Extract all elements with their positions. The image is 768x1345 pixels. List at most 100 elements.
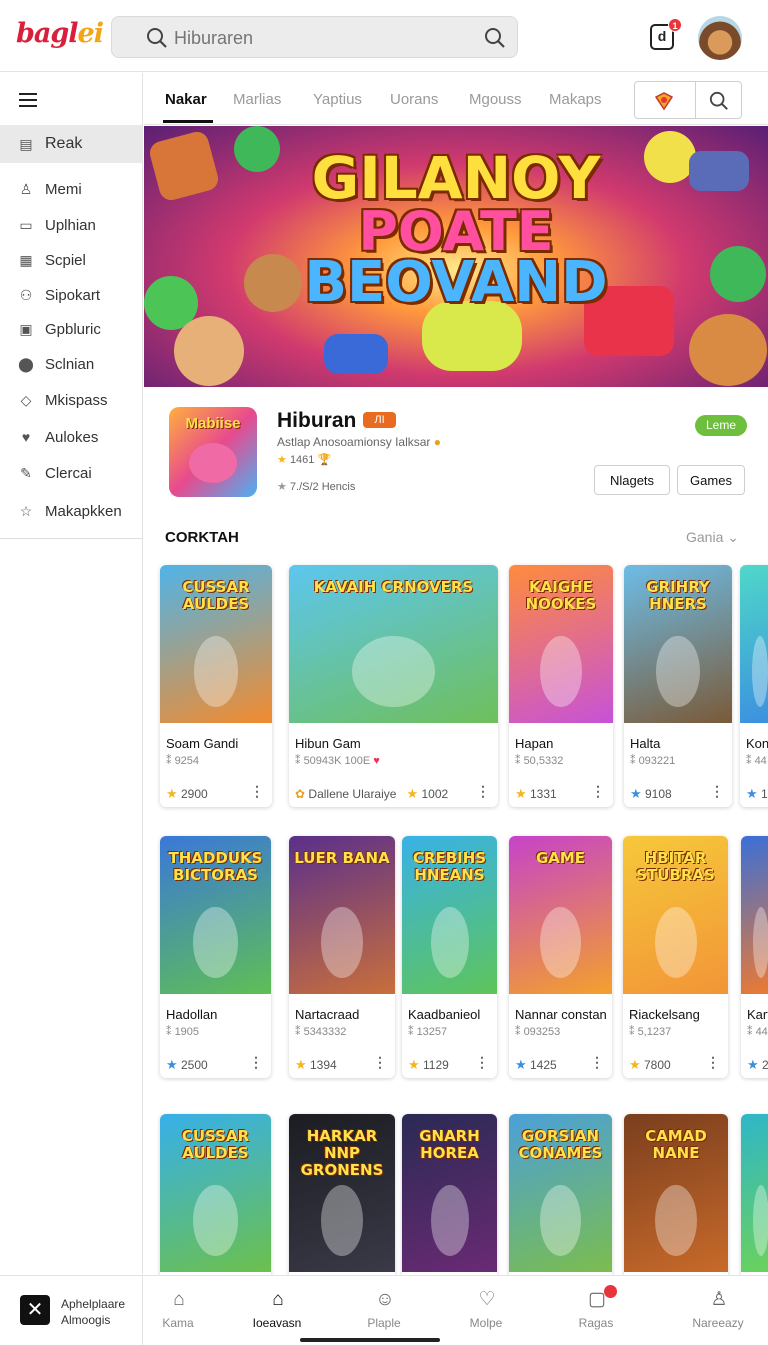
game-card[interactable]: KAIGHE NOOKES Hapan ⁑ 50,5332 ★ 1331 ⋮ bbox=[509, 565, 613, 807]
app-badge: ЛI bbox=[363, 412, 396, 428]
game-thumbnail: CAMAD NANE bbox=[624, 1114, 728, 1272]
game-title-art: CUSSAR AULDES bbox=[181, 1127, 250, 1162]
star-icon: ★ bbox=[166, 786, 178, 801]
trophy-icon: 🏆 bbox=[317, 454, 332, 466]
nav-item-ioeavasn[interactable]: ⌂ Ioeavasn bbox=[237, 1276, 317, 1345]
game-rating: ★ 1425 bbox=[515, 1057, 557, 1073]
tab-bar: Nakar Marlias Yaptius Uorans Mgouss Maka… bbox=[144, 73, 768, 125]
sidebar-item-gpbluric[interactable]: ▣ Gpbluric bbox=[0, 310, 143, 348]
sidebar-item-label: Sclnian bbox=[45, 355, 95, 373]
search-input[interactable] bbox=[174, 25, 464, 51]
game-card[interactable]: HBITAR STUBRAS Riackelsang ⁑ 5,1237 ★ 7800 ⋮ bbox=[623, 836, 728, 1078]
star-icon: ★ bbox=[629, 1057, 641, 1072]
game-thumbnail: GRIHRY HNERS bbox=[624, 565, 732, 723]
more-options-icon[interactable]: ⋮ bbox=[249, 1054, 263, 1071]
game-character bbox=[193, 1185, 238, 1257]
person-icon: ♙ bbox=[19, 181, 33, 197]
section-more-link[interactable]: Gania ⌄ bbox=[686, 529, 739, 546]
game-card[interactable]: THADDUKS BICTORAS Hadollan ⁑ 1905 ★ 2500 ⋮ bbox=[160, 836, 271, 1078]
game-name: Halta bbox=[630, 736, 661, 751]
star-icon: ★ bbox=[630, 786, 642, 801]
sidebar-item-uplhian[interactable]: ▭ Uplhian bbox=[0, 206, 143, 244]
more-options-icon[interactable]: ⋮ bbox=[591, 783, 605, 800]
search-bar[interactable] bbox=[111, 16, 518, 58]
search-submit-icon[interactable] bbox=[484, 27, 506, 49]
more-options-icon[interactable]: ⋮ bbox=[475, 1054, 489, 1071]
app-icon[interactable]: Mabiise bbox=[169, 407, 257, 497]
game-card[interactable]: Kon ⁑ 44 ★ 1 bbox=[740, 565, 768, 807]
sidebar-item-scpiel[interactable]: ▦ Scpiel bbox=[0, 241, 143, 279]
game-meta: ⁑ 13257 bbox=[408, 1026, 448, 1038]
status-pill[interactable]: Leme bbox=[695, 415, 747, 436]
nlagets-button[interactable]: Nlagets bbox=[594, 465, 670, 495]
tab-marlias[interactable]: Marlias bbox=[233, 91, 281, 108]
game-card[interactable]: CUSSAR AULDES bbox=[160, 1114, 271, 1284]
game-character bbox=[654, 907, 697, 979]
game-character bbox=[753, 1185, 768, 1257]
game-card[interactable] bbox=[741, 1114, 768, 1284]
game-card[interactable]: KAVAIH CRNOVERS Hibun Gam ⁑ 50943K 100E ♥ ✿… bbox=[289, 565, 498, 807]
sidebar-item-makapkken[interactable]: ☆ Makapkken bbox=[0, 492, 143, 530]
tab-nakar[interactable]: Nakar bbox=[165, 91, 207, 108]
tab-mgouss[interactable]: Mgouss bbox=[469, 91, 522, 108]
banner-character bbox=[689, 314, 767, 386]
sidebar-item-sclnian[interactable]: ⬤ Sclnian bbox=[0, 345, 143, 383]
more-options-icon[interactable]: ⋮ bbox=[373, 1054, 387, 1071]
games-button[interactable]: Games bbox=[677, 465, 745, 495]
more-options-icon[interactable]: ⋮ bbox=[250, 783, 264, 800]
game-name: Nannar constan bbox=[515, 1007, 607, 1022]
game-rating: ★ 2500 bbox=[166, 1057, 208, 1073]
game-title-art: CREBIHS HNEANS bbox=[412, 849, 487, 884]
game-card[interactable]: LUER BANA Nartacraad ⁑ 5343332 ★ 1394 ⋮ bbox=[289, 836, 395, 1078]
game-thumbnail: GAME bbox=[509, 836, 612, 994]
sidebar-item-clercai[interactable]: ✎ Clercai bbox=[0, 454, 143, 492]
hero-banner[interactable]: GILANOY POATE BEOVAND bbox=[144, 126, 768, 387]
game-card[interactable]: GNARH HOREA bbox=[402, 1114, 497, 1284]
game-card[interactable]: GAME Nannar constan ⁑ 093253 ★ 1425 ⋮ bbox=[509, 836, 612, 1078]
nav-item-nareeazy[interactable]: ♙ Nareeazy bbox=[678, 1276, 758, 1345]
nav-item-molpe[interactable]: ♡ Molpe bbox=[446, 1276, 526, 1345]
game-card[interactable]: GRIHRY HNERS Halta ⁑ 093221 ★ 9108 ⋮ bbox=[624, 565, 732, 807]
menu-icon[interactable] bbox=[19, 93, 37, 107]
game-title-art: CAMAD NANE bbox=[645, 1127, 707, 1162]
game-rating-value: 2 bbox=[762, 1058, 768, 1072]
app-logo[interactable]: baglei bbox=[16, 18, 104, 49]
more-options-icon[interactable]: ⋮ bbox=[590, 1054, 604, 1071]
sidebar-item-sipokart[interactable]: ⚇ Sipokart bbox=[0, 276, 143, 314]
notification-icon[interactable]: d1 bbox=[650, 18, 682, 50]
user-avatar[interactable] bbox=[698, 16, 742, 60]
tab-search-icon[interactable] bbox=[709, 91, 729, 111]
game-card[interactable]: HARKAR NNP GRONENS bbox=[289, 1114, 395, 1284]
tab-yaptius[interactable]: Yaptius bbox=[313, 91, 362, 108]
nav-item-plaple[interactable]: ☺ Plaple bbox=[344, 1276, 424, 1345]
game-rating-value: 2900 bbox=[181, 787, 208, 801]
game-rating: ★ 2 bbox=[747, 1057, 768, 1073]
bottom-brand[interactable]: ✕ Aphelplaare Almoogis bbox=[0, 1276, 143, 1345]
sidebar-item-memi[interactable]: ♙ Memi bbox=[0, 170, 143, 208]
more-options-icon[interactable]: ⋮ bbox=[710, 783, 724, 800]
game-thumbnail: HARKAR NNP GRONENS bbox=[289, 1114, 395, 1272]
game-card[interactable]: GORSIAN CONAMES bbox=[509, 1114, 612, 1284]
sidebar-item-aulokes[interactable]: ♥ Aulokes bbox=[0, 418, 143, 456]
tab-uorans[interactable]: Uorans bbox=[390, 91, 438, 108]
game-meta-value: 1905 bbox=[174, 1026, 200, 1038]
more-options-icon[interactable]: ⋮ bbox=[706, 1054, 720, 1071]
nav-item-kama[interactable]: ⌂ Kama bbox=[138, 1276, 218, 1345]
game-card[interactable]: CAMAD NANE bbox=[624, 1114, 728, 1284]
game-card[interactable]: CREBIHS HNEANS Kaadbanieol ⁑ 13257 ★ 1129 ⋮ bbox=[402, 836, 497, 1078]
more-options-icon[interactable]: ⋮ bbox=[476, 783, 490, 800]
game-card[interactable]: CUSSAR AULDES Soam Gandi ⁑ 9254 ★ 2900 ⋮ bbox=[160, 565, 272, 807]
nav-item-ragas[interactable]: ▢ Ragas bbox=[556, 1276, 636, 1345]
sidebar-item-mkispass[interactable]: ◇ Mkispass bbox=[0, 381, 143, 419]
game-thumbnail bbox=[740, 565, 768, 723]
game-card[interactable]: Kart ⁑ 44 ★ 2 bbox=[741, 836, 768, 1078]
gift-icon[interactable] bbox=[653, 91, 675, 111]
star-outline-icon: ★ bbox=[277, 481, 287, 493]
grid-icon: ▦ bbox=[19, 252, 33, 268]
game-meta: ⁑ 44 bbox=[746, 755, 767, 767]
game-name: Kart bbox=[747, 1007, 768, 1022]
game-meta: ⁑ 5,1237 bbox=[629, 1026, 672, 1038]
sidebar-item-reak[interactable]: ▤ Reak bbox=[0, 125, 143, 163]
tab-makaps[interactable]: Makaps bbox=[549, 91, 602, 108]
game-thumbnail: GNARH HOREA bbox=[402, 1114, 497, 1272]
